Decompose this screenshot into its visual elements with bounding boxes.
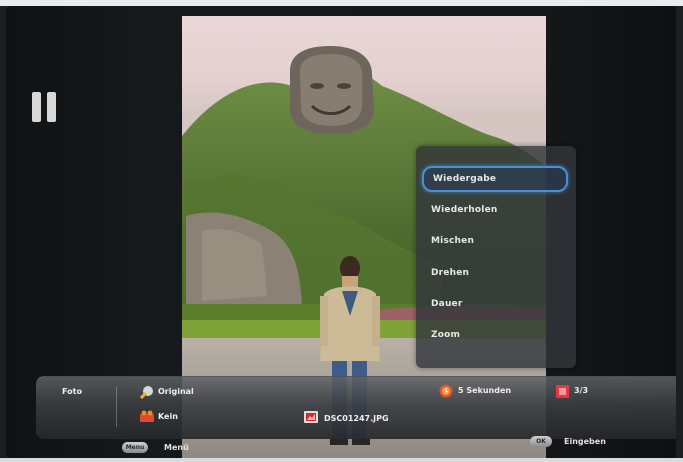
interval-value: 5 Sekunden	[458, 386, 512, 395]
photo-file-icon	[304, 411, 318, 423]
menu-item-wiedergabe[interactable]: Wiedergabe	[422, 166, 568, 192]
info-divider	[116, 387, 117, 427]
timer-icon	[439, 384, 453, 398]
ok-button-icon[interactable]: OK	[530, 436, 552, 447]
tv-screen: Wiedergabe Wiederholen Mischen Drehen Da…	[6, 6, 676, 458]
info-bar: Foto Original Kein DSC01247.JPG 5 Sekund…	[36, 376, 676, 439]
effect-icon	[140, 386, 153, 399]
filename-value: DSC01247.JPG	[324, 414, 389, 423]
pause-icon	[32, 92, 58, 122]
category-label: Foto	[62, 387, 82, 396]
music-value: Kein	[158, 412, 178, 421]
menu-item-dauer[interactable]: Dauer	[422, 291, 568, 317]
menu-item-mischen[interactable]: Mischen	[422, 228, 568, 254]
menu-hint-label: Menü	[164, 443, 189, 452]
menu-button-icon[interactable]: Menu	[122, 442, 148, 453]
tv-bezel-bottom	[0, 458, 683, 462]
menu-item-wiederholen[interactable]: Wiederholen	[422, 197, 568, 223]
ok-hint-label: Eingeben	[564, 437, 606, 446]
music-icon	[140, 410, 154, 422]
menu-item-zoom[interactable]: Zoom	[422, 322, 568, 348]
menu-item-drehen[interactable]: Drehen	[422, 260, 568, 286]
position-value: 3/3	[574, 386, 589, 395]
effect-value: Original	[158, 387, 194, 396]
slides-icon	[556, 385, 569, 398]
slideshow-options-menu: Wiedergabe Wiederholen Mischen Drehen Da…	[416, 146, 576, 368]
